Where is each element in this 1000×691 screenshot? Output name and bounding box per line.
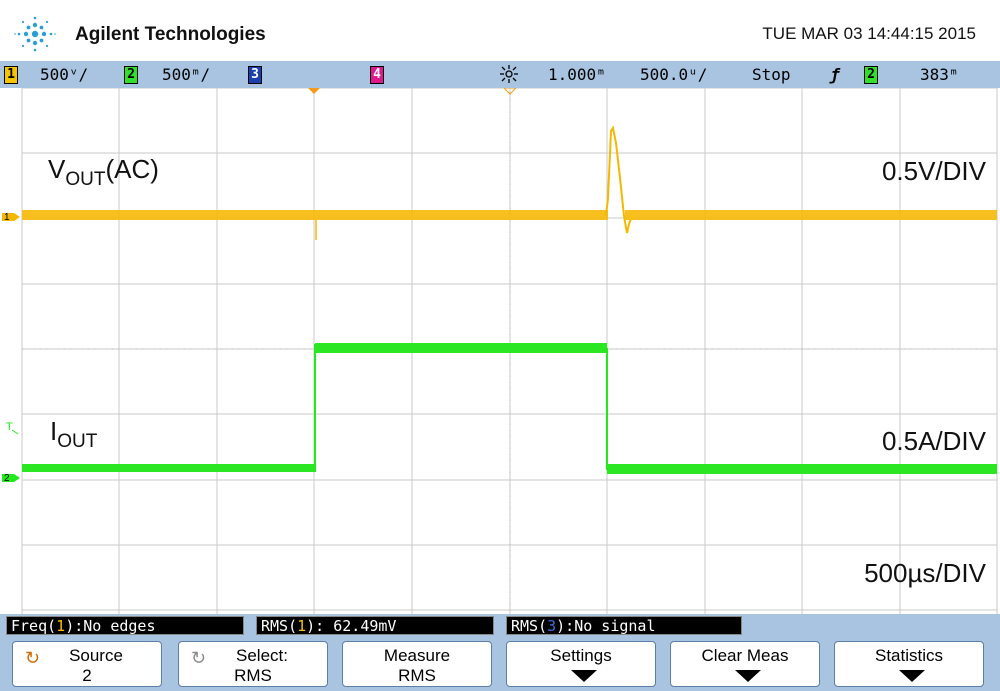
svg-text:1: 1 [4,212,10,223]
arrow-down-icon [735,670,761,682]
channel-2-setting[interactable]: 2 [124,65,138,84]
measurement-rms-ch1: RMS(1): 62.49mV [256,616,494,635]
source-button[interactable]: ↻ Source 2 [12,641,162,687]
channel-3-badge: 3 [248,66,262,84]
measurement-bar: Freq(1):No edges RMS(1): 62.49mV RMS(3):… [0,614,1000,638]
status-bar: 1 500ᵛ/ 2 500ᵐ/ 3 4 1.000ᵐ 500.0ᵘ/ Stop … [0,61,1000,89]
date-time: TUE MAR 03 14:44:15 2015 [762,24,976,43]
iout-scale-label: 0.5A/DIV [881,426,986,456]
time-scale: 500.0ᵘ/ [640,65,708,84]
arrow-down-icon [899,670,925,682]
trigger-edge-icon: ƒ [830,65,840,84]
softkey-bar: ↻ Source 2 ↻ Select: RMS Measure RMS Set… [0,638,1000,691]
iout-label: IOUT [50,416,98,452]
measurement-frequency: Freq(1):No edges [6,616,244,635]
trigger-source[interactable]: 2 [864,65,878,84]
trigger-position-marker [308,88,320,94]
trigger-source-badge: 2 [864,66,878,84]
channel-2-badge: 2 [124,66,138,84]
arrow-down-icon [571,670,597,682]
channel-4-badge: 4 [370,66,384,84]
trigger-level: 383ᵐ [920,65,959,84]
channel-2-scale: 500ᵐ/ [162,65,211,84]
waveform-display: 1 2 T VOUT(AC) IOUT 0.5V/DIV 0.5A/DIV 50… [0,88,1000,614]
measure-button[interactable]: Measure RMS [342,641,492,687]
channel-4-setting[interactable]: 4 [370,65,384,84]
header-bar: Agilent Technologies TUE MAR 03 14:44:15… [0,0,1000,61]
channel-1-badge: 1 [4,66,18,84]
time-scale-label: 500µs/DIV [864,558,986,588]
clear-meas-button[interactable]: Clear Meas [670,641,820,687]
settings-button[interactable]: Settings [506,641,656,687]
channel-3-setting[interactable]: 3 [248,65,262,84]
svg-text:2: 2 [4,473,10,484]
svg-text:T: T [6,421,13,433]
acquisition-sun-icon [498,64,520,88]
vout-scale-label: 0.5V/DIV [881,156,986,186]
channel-1-scale: 500ᵛ/ [40,65,89,84]
measurement-rms-ch3: RMS(3):No signal [506,616,742,635]
select-button[interactable]: ↻ Select: RMS [178,641,328,687]
vout-label: VOUT(AC) [48,154,159,190]
channel-1-setting[interactable]: 1 [4,65,18,84]
statistics-button[interactable]: Statistics [834,641,984,687]
brand-name: Agilent Technologies [75,24,266,45]
run-state: Stop [752,65,791,84]
time-position: 1.000ᵐ [548,65,606,84]
agilent-logo-icon [14,16,56,52]
